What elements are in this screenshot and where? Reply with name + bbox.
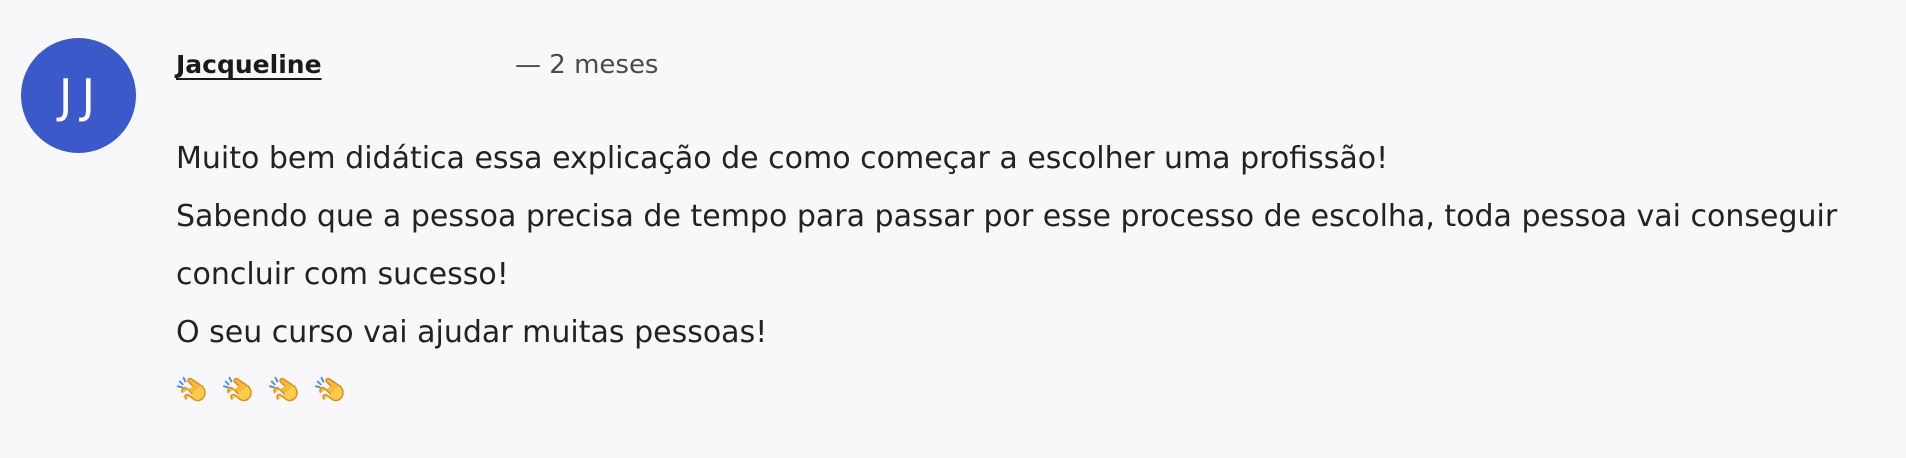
review-line: Muito bem didática essa explicação de co… <box>176 141 1389 176</box>
emoji-row <box>176 362 1876 420</box>
clapping-hands-icon <box>268 376 298 402</box>
review-card: JJ Jacqueline — 2 meses Muito bem didáti… <box>0 0 1906 458</box>
clapping-hands-icon <box>314 376 344 402</box>
review-timestamp: — 2 meses <box>515 50 659 80</box>
clapping-hands-icon <box>176 376 206 402</box>
review-body: Muito bem didática essa explicação de co… <box>176 130 1876 420</box>
review-line: Sabendo que a pessoa precisa de tempo pa… <box>176 199 1838 234</box>
clapping-hands-icon <box>222 376 252 402</box>
review-line: O seu curso vai ajudar muitas pessoas! <box>176 315 768 350</box>
author-name-link[interactable]: Jacqueline <box>176 50 322 79</box>
avatar: JJ <box>21 38 136 153</box>
review-line: concluir com sucesso! <box>176 257 509 292</box>
